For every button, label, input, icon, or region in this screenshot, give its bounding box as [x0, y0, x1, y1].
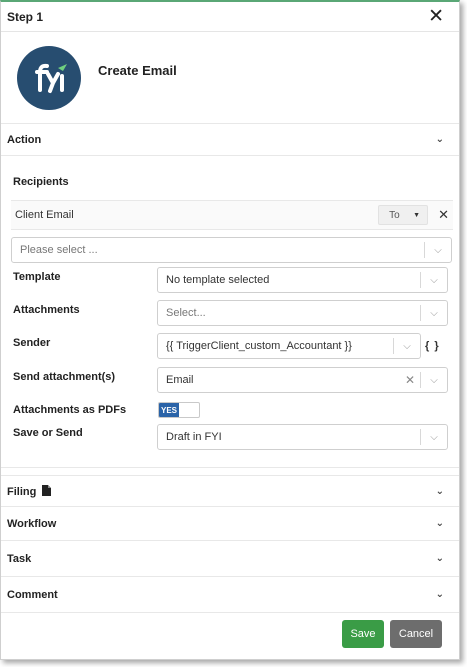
close-icon[interactable]: ✕ — [428, 7, 444, 26]
chevron-down-icon: ⌵ — [430, 307, 438, 319]
recipient-type-select[interactable]: To ▼ — [378, 205, 429, 225]
recipient-name: Client Email — [15, 209, 74, 221]
remove-recipient-icon[interactable]: ✕ — [438, 207, 449, 223]
action-body: Recipients Client Email To ▼ ✕ Please se… — [1, 156, 459, 468]
save-button[interactable]: Save — [342, 620, 384, 648]
chevron-down-icon: ⌄ — [435, 134, 444, 145]
chevron-down-icon: ⌄ — [435, 485, 444, 497]
step-panel: Step 1 ✕ Create Email Action ⌄ Recipient… — [0, 0, 460, 660]
action-header: Create Email — [1, 32, 459, 124]
template-label: Template — [13, 271, 61, 283]
caret-down-icon: ▼ — [413, 211, 421, 219]
send-attachments-label: Send attachment(s) — [13, 371, 116, 383]
cancel-button[interactable]: Cancel — [390, 620, 442, 648]
document-icon — [42, 484, 52, 496]
send-attachments-select[interactable]: Email ✕ ⌵ — [157, 367, 448, 393]
chevron-down-icon: ⌵ — [430, 431, 438, 443]
chevron-down-icon: ⌵ — [430, 274, 438, 286]
sender-label: Sender — [13, 337, 51, 349]
section-task-label: Task — [7, 552, 32, 565]
chevron-down-icon: ⌵ — [434, 244, 442, 256]
section-workflow-toggle[interactable]: Workflow ⌄ — [1, 507, 459, 541]
panel-footer: Save Cancel — [1, 609, 459, 659]
section-filing-toggle[interactable]: Filing ⌄ — [1, 475, 459, 507]
fyi-logo — [17, 45, 81, 110]
section-action-label: Action — [7, 133, 42, 146]
insert-variable-icon[interactable]: { } — [425, 340, 440, 352]
chevron-down-icon: ⌵ — [430, 374, 438, 386]
recipients-label: Recipients — [13, 176, 69, 188]
section-filing-label: Filing — [7, 485, 37, 498]
attachments-label: Attachments — [13, 304, 80, 316]
chevron-down-icon: ⌄ — [435, 589, 444, 600]
chevron-down-icon: ⌄ — [435, 553, 444, 564]
recipient-add-select[interactable]: Please select ... ⌵ — [11, 237, 452, 263]
section-task-toggle[interactable]: Task ⌄ — [1, 541, 459, 577]
action-title: Create Email — [98, 63, 177, 78]
chevron-down-icon: ⌄ — [435, 518, 444, 529]
save-or-send-select[interactable]: Draft in FYI ⌵ — [157, 424, 448, 450]
attachments-pdf-toggle[interactable]: YES — [158, 402, 200, 418]
save-or-send-label: Save or Send — [13, 427, 83, 439]
panel-header: Step 1 ✕ — [1, 2, 459, 32]
section-workflow-label: Workflow — [7, 517, 57, 530]
attachments-select[interactable]: Select... ⌵ — [157, 300, 448, 326]
panel-title: Step 1 — [7, 9, 44, 24]
clear-icon[interactable]: ✕ — [400, 373, 420, 387]
section-action-toggle[interactable]: Action ⌄ — [1, 124, 459, 156]
chevron-down-icon: ⌵ — [403, 340, 411, 352]
section-comment-label: Comment — [7, 588, 58, 601]
recipient-row: Client Email To ▼ ✕ — [11, 200, 453, 230]
sender-select[interactable]: {{ TriggerClient_custom_Accountant }} ⌵ — [157, 333, 421, 359]
attachments-pdf-label: Attachments as PDFs — [13, 404, 127, 416]
template-select[interactable]: No template selected ⌵ — [157, 267, 448, 293]
section-comment-toggle[interactable]: Comment ⌄ — [1, 577, 459, 613]
